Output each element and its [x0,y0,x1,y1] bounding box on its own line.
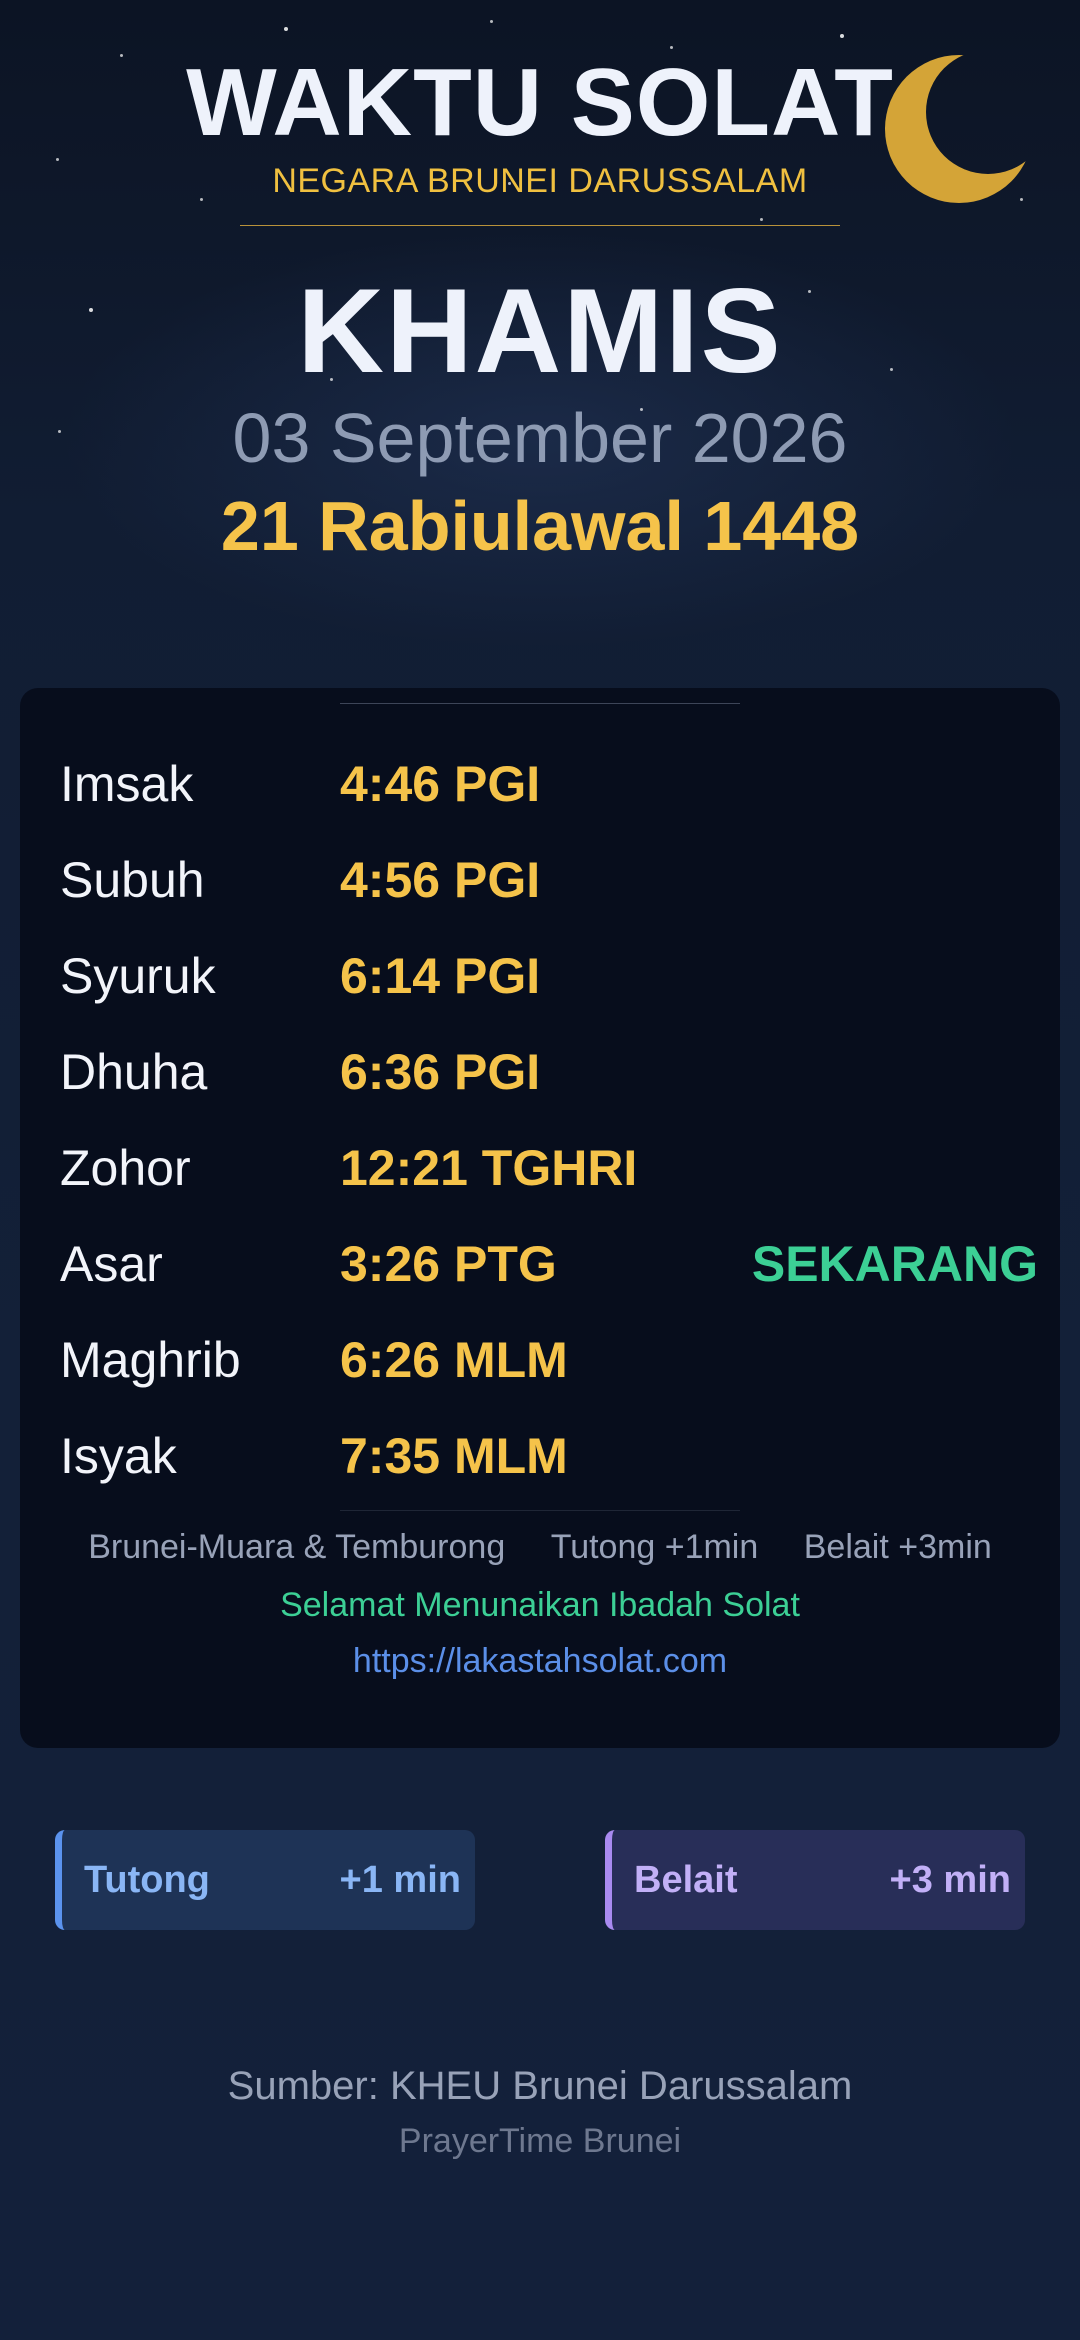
tutong-offset-chip: Tutong +1 min [55,1830,475,1930]
district-brunei-muara: Brunei-Muara & Temburong [88,1528,506,1566]
prayer-time: 6:36 PGI [340,1044,541,1100]
prayer-name: Dhuha [60,1044,208,1100]
prayer-row-asar: Asar 3:26 PTG SEKARANG [20,1224,1060,1304]
prayer-row-imsak: Imsak 4:46 PGI [20,744,1060,824]
belait-offset-chip: Belait +3 min [605,1830,1025,1930]
card-divider-top [340,703,740,704]
day-of-week: KHAMIS [297,264,783,398]
current-prayer-badge: SEKARANG [751,1236,1038,1292]
card-divider-bottom [340,1510,740,1511]
gregorian-date: 03 September 2026 [232,399,848,477]
prayer-name: Asar [60,1236,163,1292]
country-subtitle: NEGARA BRUNEI DARUSSALAM [272,162,808,200]
chip-district: Belait [634,1858,738,1901]
district-offsets-line: Brunei-Muara & Temburong Tutong +1min Be… [20,1528,1060,1567]
prayer-name: Subuh [60,852,205,908]
prayer-time: 7:35 MLM [340,1428,568,1484]
brand-name: PrayerTime Brunei [398,2122,682,2160]
prayer-row-subuh: Subuh 4:56 PGI [20,840,1060,920]
website-link[interactable]: https://lakastahsolat.com [20,1642,1060,1681]
prayer-name: Syuruk [60,948,216,1004]
prayer-name: Maghrib [60,1332,241,1388]
prayer-name: Zohor [60,1140,191,1196]
chip-offset: +3 min [889,1858,1011,1901]
prayer-time: 4:56 PGI [340,852,541,908]
prayer-time: 6:14 PGI [340,948,541,1004]
prayer-time: 12:21 TGHRI [340,1140,638,1196]
prayer-row-isyak: Isyak 7:35 MLM [20,1416,1060,1496]
prayer-time: 6:26 MLM [340,1332,568,1388]
district-belait: Belait +3min [803,1528,992,1566]
source-credit: Sumber: KHEU Brunei Darussalam [227,2064,853,2108]
prayer-row-dhuha: Dhuha 6:36 PGI [20,1032,1060,1112]
prayer-row-zohor: Zohor 12:21 TGHRI [20,1128,1060,1208]
prayer-row-maghrib: Maghrib 6:26 MLM [20,1320,1060,1400]
prayer-time: 3:26 PTG [340,1236,557,1292]
hijri-date: 21 Rabiulawal 1448 [220,487,860,565]
greeting-text: Selamat Menunaikan Ibadah Solat [280,1586,800,1624]
prayer-time: 4:46 PGI [340,756,541,812]
prayer-times-card: Imsak 4:46 PGI Subuh 4:56 PGI Syuruk 6:1… [20,688,1060,1748]
prayer-name: Imsak [60,756,194,812]
chip-district: Tutong [84,1858,210,1901]
prayer-name: Isyak [60,1428,177,1484]
prayer-row-syuruk: Syuruk 6:14 PGI [20,936,1060,1016]
title-divider [240,225,840,226]
chip-offset: +1 min [339,1858,461,1901]
district-tutong: Tutong +1min [550,1528,759,1566]
